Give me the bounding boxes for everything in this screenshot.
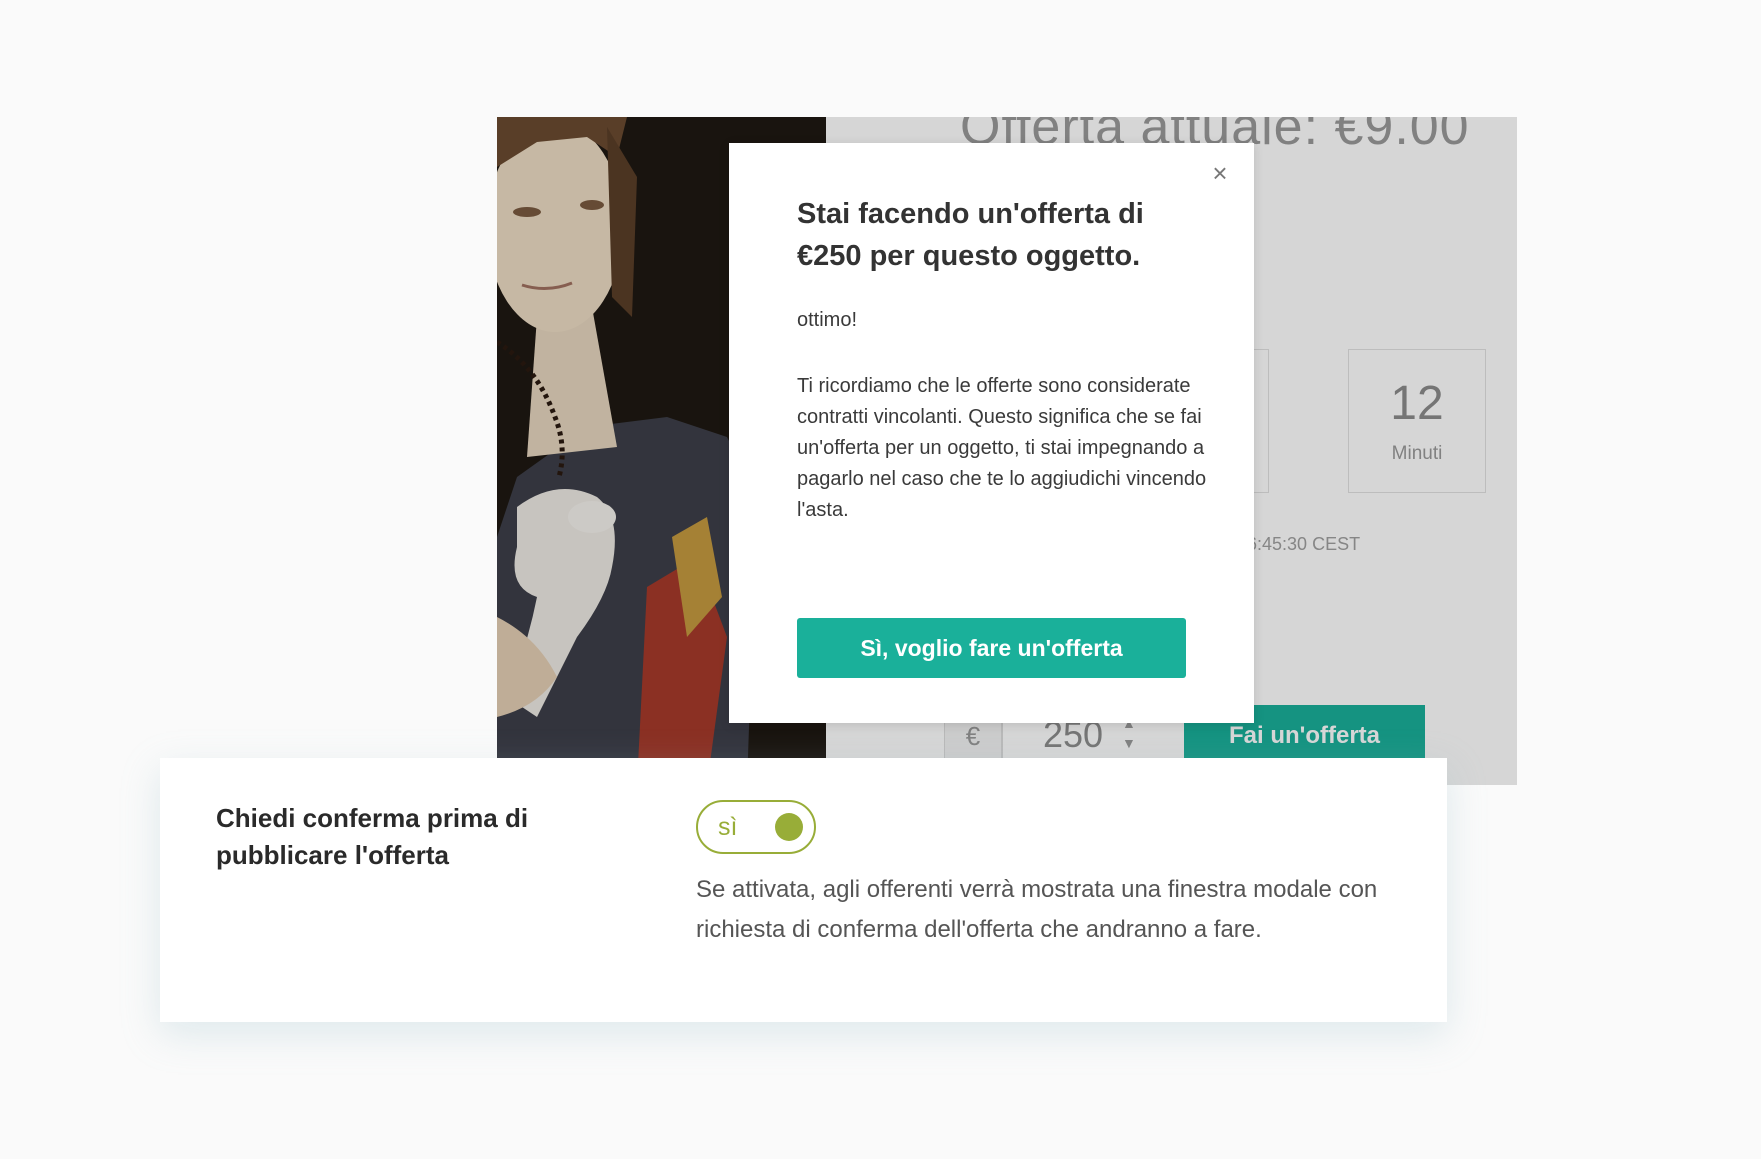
setting-description: Se attivata, agli offerenti verrà mostra… [696,876,1378,943]
modal-intro: ottimo! [797,309,858,331]
close-icon[interactable]: × [1208,160,1232,186]
modal-body-text: Ti ricordiamo che le offerte sono consid… [797,375,1207,521]
toggle-knob-icon [775,813,803,841]
confirm-bid-button[interactable]: Sì, voglio fare un'offerta [797,618,1186,678]
setting-label: Chiedi conferma prima di pubblicare l'of… [216,803,529,870]
setting-card: Chiedi conferma prima di pubblicare l'of… [160,758,1447,1022]
modal-title: Stai facendo un'offerta di €250 per ques… [797,198,1144,272]
toggle-label: sì [718,813,738,841]
confirm-toggle[interactable]: sì [696,800,816,854]
confirm-bid-modal: × Stai facendo un'offerta di €250 per qu… [729,143,1254,723]
